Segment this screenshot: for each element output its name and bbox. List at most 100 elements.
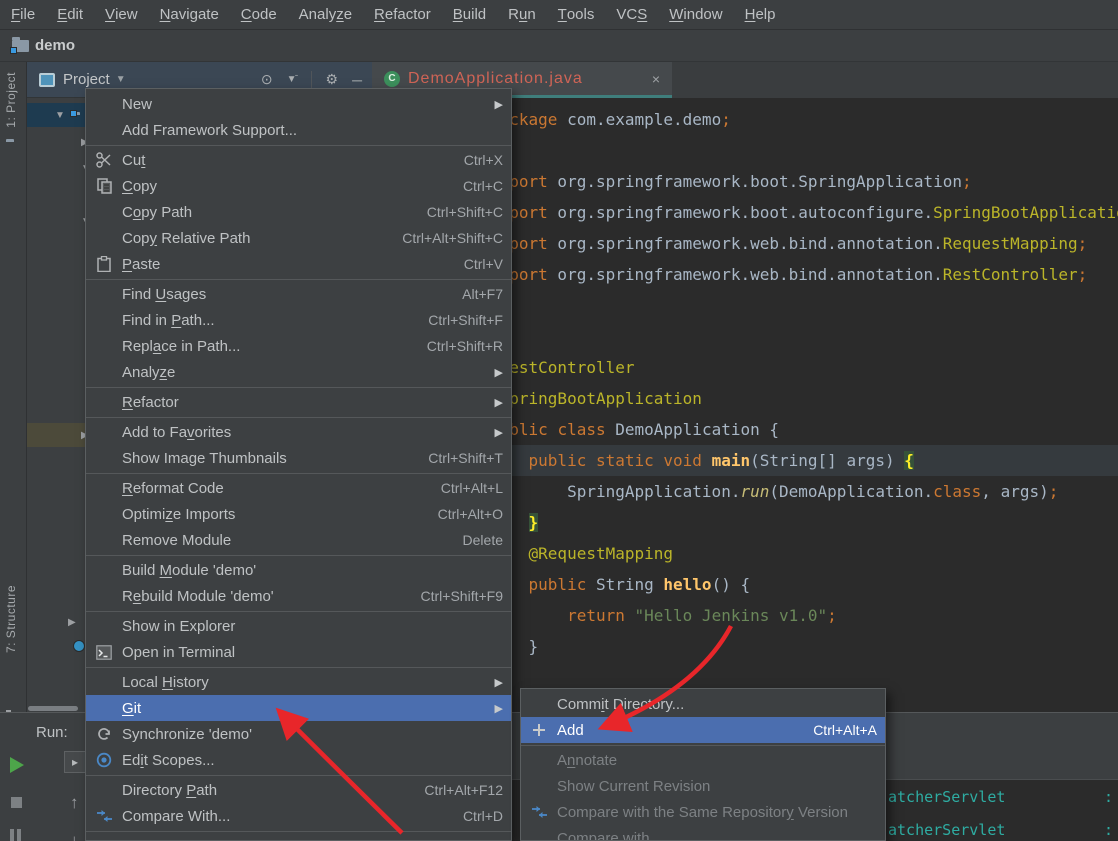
console-log-line: atcherServlet: — [888, 788, 1113, 806]
stripe-project-button[interactable]: 1: Project — [4, 72, 18, 128]
menu-item-compare-with-the-same-repository-version: Compare with the Same Repository Version — [521, 799, 885, 825]
shortcut-hint: Ctrl+Shift+C — [407, 204, 503, 220]
code-line: @SpringBootApplication — [490, 383, 702, 414]
menu-item-rebuild-module-demo[interactable]: Rebuild Module 'demo'Ctrl+Shift+F9 — [86, 583, 511, 609]
scope-icon — [94, 752, 114, 768]
scissors-icon — [94, 152, 114, 168]
shortcut-hint: Delete — [443, 532, 503, 548]
shortcut-hint: Ctrl+Alt+L — [421, 480, 503, 496]
menu-item-analyze[interactable]: Analyze▶ — [86, 359, 511, 385]
menu-item-directory-path[interactable]: Directory PathCtrl+Alt+F12 — [86, 777, 511, 803]
menubar-item-run[interactable]: Run — [497, 0, 547, 30]
menu-item-add[interactable]: AddCtrl+Alt+A — [521, 717, 885, 743]
menu-item-open-module-settings[interactable]: Open Module SettingsF4 — [86, 833, 511, 841]
rerun-play-button[interactable] — [10, 757, 24, 773]
menu-item-show-image-thumbnails[interactable]: Show Image ThumbnailsCtrl+Shift+T — [86, 445, 511, 471]
git-submenu: Commit Directory...AddCtrl+Alt+AAnnotate… — [520, 688, 886, 841]
shortcut-hint: Ctrl+Alt+Shift+C — [382, 230, 503, 246]
code-line: import org.springframework.web.bind.anno… — [490, 228, 1087, 259]
code-line: package com.example.demo; — [490, 104, 731, 135]
clipboard-icon — [94, 256, 114, 272]
menu-item-open-in-terminal[interactable]: Open in Terminal — [86, 639, 511, 665]
plus-icon — [529, 723, 549, 737]
menu-item-local-history[interactable]: Local History▶ — [86, 669, 511, 695]
stripe-structure-button[interactable]: 7: Structure — [4, 585, 18, 653]
horizontal-scrollbar[interactable] — [28, 706, 78, 711]
menubar-item-code[interactable]: Code — [230, 0, 288, 30]
menu-item-find-usages[interactable]: Find UsagesAlt+F7 — [86, 281, 511, 307]
menubar-item-analyze[interactable]: Analyze — [288, 0, 363, 30]
shortcut-hint: Ctrl+D — [443, 808, 503, 824]
project-context-menu: New▶Add Framework Support...CutCtrl+XCop… — [85, 88, 512, 841]
menubar-item-edit[interactable]: Edit — [46, 0, 94, 30]
pause-button[interactable] — [10, 829, 21, 841]
menu-item-compare-with[interactable]: Compare With...Ctrl+D — [86, 803, 511, 829]
menu-item-copy-path[interactable]: Copy PathCtrl+Shift+C — [86, 199, 511, 225]
menu-item-edit-scopes[interactable]: Edit Scopes... — [86, 747, 511, 773]
menu-item-commit-directory[interactable]: Commit Directory... — [521, 691, 885, 717]
menubar-item-view[interactable]: View — [94, 0, 149, 30]
console-tab-icon[interactable]: ▸ — [64, 751, 86, 773]
menu-item-replace-in-path[interactable]: Replace in Path...Ctrl+Shift+R — [86, 333, 511, 359]
menu-item-new[interactable]: New▶ — [86, 91, 511, 117]
menubar-item-navigate[interactable]: Navigate — [149, 0, 230, 30]
compare-icon — [529, 805, 549, 819]
console-log-line: atcherServlet: — [888, 821, 1113, 839]
menu-item-remove-module[interactable]: Remove ModuleDelete — [86, 527, 511, 553]
menu-item-synchronize-demo[interactable]: Synchronize 'demo' — [86, 721, 511, 747]
code-line: public static void main(String[] args) { — [490, 445, 914, 476]
chevron-right-icon[interactable]: ▶ — [68, 617, 76, 628]
copy-icon — [94, 178, 114, 194]
menu-item-optimize-imports[interactable]: Optimize ImportsCtrl+Alt+O — [86, 501, 511, 527]
submenu-arrow-icon: ▶ — [495, 702, 503, 715]
menubar-item-vcs[interactable]: VCS — [605, 0, 658, 30]
menubar-item-refactor[interactable]: Refactor — [363, 0, 442, 30]
code-line: public class DemoApplication { — [490, 414, 779, 445]
menu-item-cut[interactable]: CutCtrl+X — [86, 147, 511, 173]
terminal-icon — [94, 645, 114, 660]
main-menubar: FileEditViewNavigateCodeAnalyzeRefactorB… — [0, 0, 1118, 30]
menu-item-refactor[interactable]: Refactor▶ — [86, 389, 511, 415]
compare-icon — [94, 809, 114, 823]
tab-filename: DemoApplication.java — [408, 70, 583, 88]
menu-item-show-in-explorer[interactable]: Show in Explorer — [86, 613, 511, 639]
shortcut-hint: Ctrl+C — [443, 178, 503, 194]
chevron-down-icon[interactable]: ▼ — [116, 74, 126, 85]
code-line: import org.springframework.boot.SpringAp… — [490, 166, 972, 197]
menu-item-add-framework-support[interactable]: Add Framework Support... — [86, 117, 511, 143]
menubar-item-build[interactable]: Build — [442, 0, 497, 30]
menu-item-add-to-favorites[interactable]: Add to Favorites▶ — [86, 419, 511, 445]
menu-item-copy-relative-path[interactable]: Copy Relative PathCtrl+Alt+Shift+C — [86, 225, 511, 251]
intellij-window: FileEditViewNavigateCodeAnalyzeRefactorB… — [0, 0, 1118, 841]
menubar-item-tools[interactable]: Tools — [547, 0, 606, 30]
project-view-icon — [39, 73, 55, 87]
menu-item-build-module-demo[interactable]: Build Module 'demo' — [86, 557, 511, 583]
menubar-item-window[interactable]: Window — [658, 0, 733, 30]
menu-item-copy[interactable]: CopyCtrl+C — [86, 173, 511, 199]
locate-icon[interactable]: ⊙ — [261, 71, 273, 88]
code-line: @RequestMapping — [490, 538, 673, 569]
shortcut-hint: Ctrl+Alt+F12 — [404, 782, 503, 798]
shortcut-hint: Ctrl+Alt+O — [418, 506, 503, 522]
java-class-icon: C — [384, 71, 400, 87]
down-arrow-icon[interactable]: ↓ — [70, 831, 79, 841]
main-toolbar: demo — [0, 30, 1118, 62]
menubar-item-help[interactable]: Help — [734, 0, 787, 30]
menu-item-reformat-code[interactable]: Reformat CodeCtrl+Alt+L — [86, 475, 511, 501]
menu-item-find-in-path[interactable]: Find in Path...Ctrl+Shift+F — [86, 307, 511, 333]
shortcut-hint: Ctrl+Alt+A — [793, 722, 877, 738]
menubar-item-file[interactable]: File — [0, 0, 46, 30]
menu-item-git[interactable]: Git▶ — [86, 695, 511, 721]
close-icon[interactable]: × — [652, 71, 660, 87]
up-arrow-icon[interactable]: ↑ — [70, 793, 79, 813]
collapse-all-icon[interactable]: ▼̄ — [287, 74, 297, 85]
hide-icon[interactable]: ─ — [352, 72, 362, 88]
settings-gear-icon[interactable]: ⚙ — [326, 71, 339, 88]
chevron-down-icon[interactable]: ▼ — [55, 110, 65, 121]
stop-button[interactable] — [11, 797, 22, 808]
submenu-arrow-icon: ▶ — [495, 366, 503, 379]
menu-item-compare-with: Compare with... — [521, 825, 885, 841]
project-name: demo — [35, 37, 75, 54]
menu-item-paste[interactable]: PasteCtrl+V — [86, 251, 511, 277]
shortcut-hint: Ctrl+Shift+T — [408, 450, 503, 466]
